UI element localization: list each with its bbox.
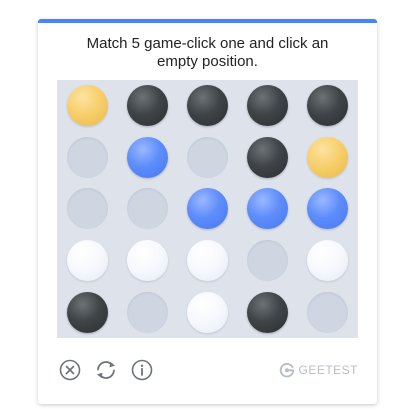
blue-piece-r3-c5[interactable] <box>307 188 349 230</box>
game-board <box>57 80 358 338</box>
info-icon <box>131 359 153 381</box>
white-piece-r4-c2[interactable] <box>126 240 168 282</box>
dark-piece-r1-c3[interactable] <box>186 85 228 127</box>
dark-piece-r5-c4[interactable] <box>247 291 289 333</box>
blue-piece-r3-c4[interactable] <box>247 188 289 230</box>
empty-cell-r2-c3[interactable] <box>186 136 228 178</box>
white-piece-r4-c5[interactable] <box>307 240 349 282</box>
empty-cell-r3-c2[interactable] <box>126 188 168 230</box>
dark-piece-r2-c4[interactable] <box>247 136 289 178</box>
blue-piece-r2-c2[interactable] <box>126 136 168 178</box>
captcha-prompt: Match 5 game-click one and click an empt… <box>86 35 329 70</box>
info-button[interactable] <box>129 357 155 383</box>
white-piece-r4-c3[interactable] <box>186 240 228 282</box>
empty-cell-r4-c4[interactable] <box>247 240 289 282</box>
dark-piece-r1-c2[interactable] <box>126 85 168 127</box>
empty-cell-r5-c2[interactable] <box>126 291 168 333</box>
accent-bar <box>38 19 377 23</box>
empty-cell-r3-c1[interactable] <box>66 188 108 230</box>
refresh-icon <box>97 361 115 379</box>
dark-piece-r5-c1[interactable] <box>66 291 108 333</box>
empty-cell-r5-c5[interactable] <box>307 291 349 333</box>
dark-piece-r1-c5[interactable] <box>307 85 349 127</box>
yellow-piece-r2-c5[interactable] <box>307 136 349 178</box>
white-piece-r5-c3[interactable] <box>186 291 228 333</box>
geetest-brand: GEETEST <box>279 361 358 379</box>
blue-piece-r3-c3[interactable] <box>186 188 228 230</box>
yellow-piece-r1-c1[interactable] <box>66 85 108 127</box>
white-piece-r4-c1[interactable] <box>66 240 108 282</box>
refresh-button[interactable] <box>93 357 119 383</box>
captcha-toolbar <box>57 357 165 383</box>
dark-piece-r1-c4[interactable] <box>247 85 289 127</box>
brand-text: GEETEST <box>298 363 358 377</box>
close-icon <box>59 359 81 381</box>
geetest-logo-icon <box>280 363 295 378</box>
empty-cell-r2-c1[interactable] <box>66 136 108 178</box>
close-button[interactable] <box>57 357 83 383</box>
captcha-panel: Match 5 game-click one and click an empt… <box>38 19 377 404</box>
